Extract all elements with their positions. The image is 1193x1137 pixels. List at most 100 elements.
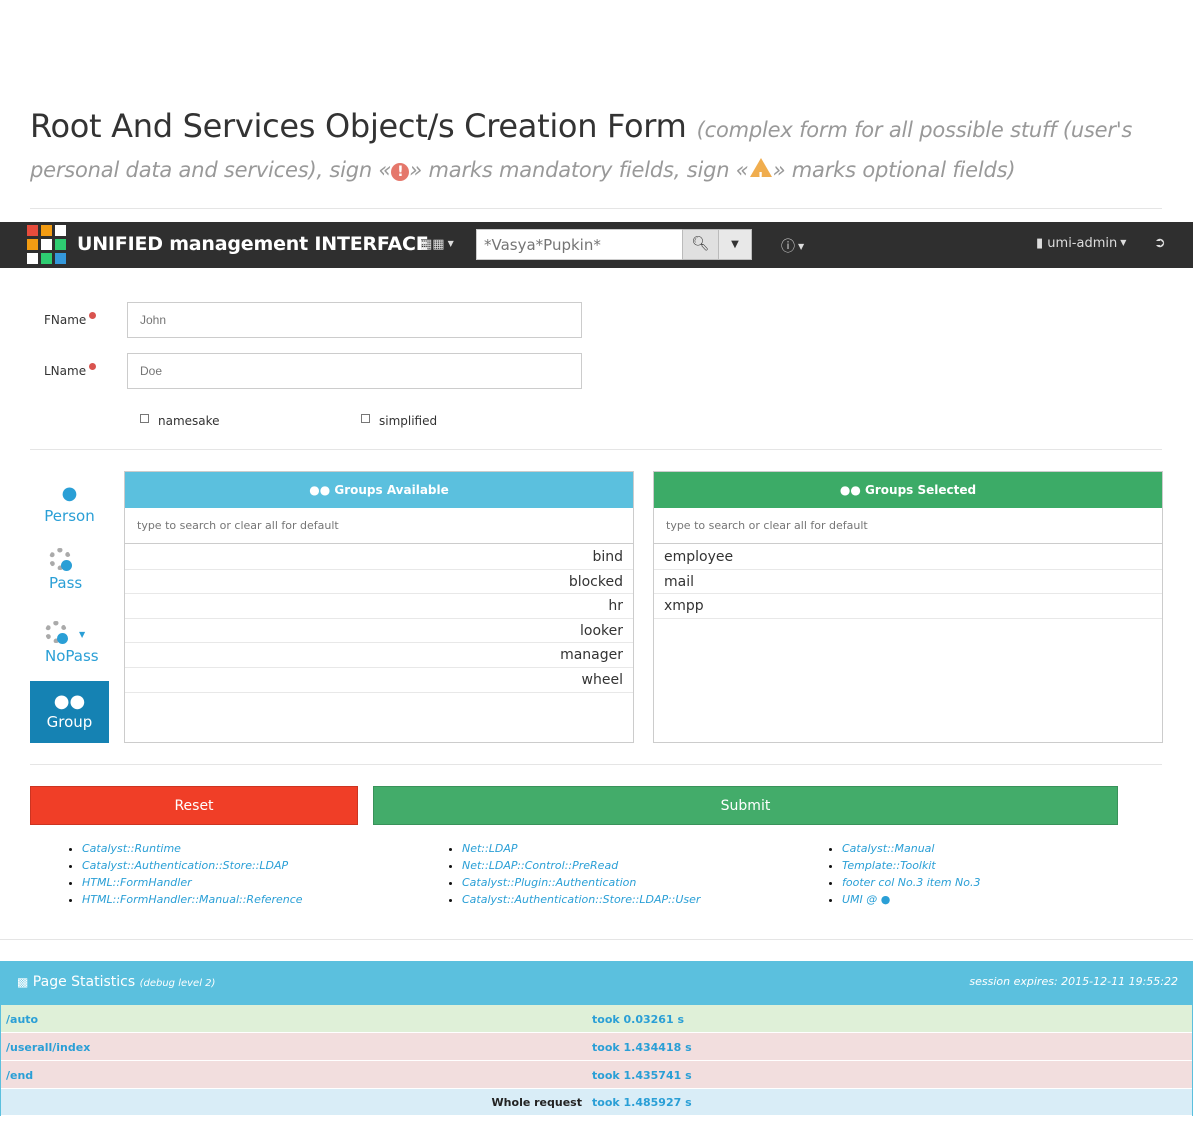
stats-path[interactable]: /end	[6, 1069, 33, 1082]
user-gear-x-icon: ▼	[45, 621, 109, 647]
namesake-label: namesake	[158, 414, 220, 428]
lname-label: LName	[44, 363, 97, 378]
footer-link[interactable]: Catalyst::Authentication::Store::LDAP	[82, 857, 303, 874]
groups-selected-header: ●● Groups Selected	[654, 472, 1162, 508]
session-expiry: session expires: 2015-12-11 19:55:22	[969, 975, 1178, 988]
reset-button[interactable]: Reset	[30, 786, 358, 825]
mandatory-icon	[89, 363, 97, 370]
footer-link[interactable]: Catalyst::Plugin::Authentication	[462, 874, 700, 891]
stats-path[interactable]: /userall/index	[6, 1041, 90, 1054]
sidenav-item-pass[interactable]: Pass	[30, 548, 109, 610]
footer-link[interactable]: HTML::FormHandler	[82, 874, 303, 891]
divider	[0, 939, 1193, 940]
search-icon: 🔍︎	[691, 236, 710, 252]
footer-col-1: Catalyst::Runtime Catalyst::Authenticati…	[30, 840, 303, 908]
user-icon: ●	[61, 483, 78, 504]
logout-button[interactable]: ➲	[1154, 235, 1166, 251]
groups-available-header: ●● Groups Available	[125, 472, 633, 508]
table-row: /auto took 0.03261 s	[1, 1005, 1192, 1033]
submit-button[interactable]: Submit	[373, 786, 1118, 825]
list-item[interactable]: employee	[654, 545, 1162, 570]
chevron-down-icon: ▼	[731, 239, 739, 250]
footer-link[interactable]: Catalyst::Manual	[842, 840, 981, 857]
footer-col-3: Catalyst::Manual Template::Toolkit foote…	[790, 840, 981, 908]
sidenav-label: NoPass	[45, 647, 99, 665]
footer-link-text: UMI @	[842, 893, 878, 906]
table-row: /userall/index took 1.434418 s	[1, 1033, 1192, 1061]
user-gear-icon	[49, 548, 109, 574]
stats-took: took 1.435741 s	[592, 1069, 692, 1082]
sidenav-item-group[interactable]: ●● Group	[30, 681, 109, 743]
groups-available-search-input[interactable]	[125, 508, 633, 544]
footer-col-2: Net::LDAP Net::LDAP::Control::PreRead Ca…	[410, 840, 700, 908]
divider	[30, 764, 1162, 765]
sidenav-label: Person	[44, 507, 95, 525]
footer-link[interactable]: Net::LDAP::Control::PreRead	[462, 857, 700, 874]
groups-available-panel: ●● Groups Available bind blocked hr look…	[124, 471, 634, 743]
groups-available-title: Groups Available	[334, 483, 449, 497]
list-item[interactable]: wheel	[125, 668, 633, 693]
namesake-checkbox[interactable]: namesake	[140, 414, 220, 428]
stats-path[interactable]: /auto	[6, 1013, 38, 1026]
stats-header: ▩ Page Statistics (debug level 2) sessio…	[1, 962, 1192, 1005]
groups-selected-panel: ●● Groups Selected employee mail xmpp	[653, 471, 1163, 743]
chevron-down-icon: ▼	[1120, 238, 1127, 247]
search-button[interactable]: 🔍︎	[682, 229, 719, 260]
list-item[interactable]: looker	[125, 619, 633, 644]
search-options-button[interactable]: ▼	[718, 229, 752, 260]
groups-selected-title: Groups Selected	[865, 483, 977, 497]
whole-request-label: Whole request	[491, 1096, 582, 1109]
stats-took: took 1.434418 s	[592, 1041, 692, 1054]
list-item[interactable]: mail	[654, 570, 1162, 595]
footer-link[interactable]: UMI @ ●	[842, 891, 981, 908]
table-row: /end took 1.435741 s	[1, 1061, 1192, 1089]
sidenav-label: Pass	[49, 574, 83, 592]
footer-link[interactable]: Catalyst::Authentication::Store::LDAP::U…	[462, 891, 700, 908]
page-title-text: Root And Services Object/s Creation Form	[30, 107, 687, 145]
users-icon: ●●	[839, 483, 861, 497]
groups-selected-search-input[interactable]	[654, 508, 1162, 544]
users-icon: ●●	[309, 483, 331, 497]
footer-link[interactable]: Catalyst::Runtime	[82, 840, 303, 857]
page-header: Root And Services Object/s Creation Form…	[30, 108, 1162, 209]
footer-link[interactable]: Template::Toolkit	[842, 857, 981, 874]
info-menu-button[interactable]: ⓘ ▼	[781, 236, 804, 256]
sidenav-item-person[interactable]: ● Person	[30, 483, 109, 541]
stats-debug-level: (debug level 2)	[139, 978, 216, 989]
fname-input[interactable]	[127, 302, 582, 338]
checkbox-icon[interactable]	[361, 414, 370, 423]
footer-link[interactable]: Net::LDAP	[462, 840, 700, 857]
chevron-down-icon: ▼	[447, 239, 454, 248]
search-input[interactable]	[476, 229, 683, 260]
groups-available-list: bind blocked hr looker manager wheel	[125, 544, 633, 693]
fname-label: FName	[44, 312, 97, 327]
stats-title-text: Page Statistics	[32, 974, 136, 990]
subtitle-text-3: » marks optional fields)	[772, 158, 1016, 182]
sidenav-item-nopass[interactable]: ▼ NoPass	[30, 621, 109, 683]
footer-link[interactable]: HTML::FormHandler::Manual::Reference	[82, 891, 303, 908]
stats-took: took 1.485927 s	[592, 1096, 692, 1109]
list-item[interactable]: xmpp	[654, 594, 1162, 619]
lname-label-text: LName	[44, 364, 87, 378]
simplified-checkbox[interactable]: simplified	[361, 414, 437, 428]
footer-link[interactable]: footer col No.3 item No.3	[842, 874, 981, 891]
apps-menu-button[interactable]: ▦▦ ▼	[420, 237, 454, 252]
mandatory-icon: !	[391, 163, 410, 181]
mandatory-icon	[89, 312, 97, 319]
user-name: umi-admin	[1047, 236, 1118, 251]
list-item[interactable]: blocked	[125, 570, 633, 595]
user-menu-button[interactable]: ▮ umi-admin ▼	[1036, 236, 1126, 251]
list-item[interactable]: manager	[125, 643, 633, 668]
fname-label-text: FName	[44, 313, 87, 327]
github-icon: ●	[880, 893, 891, 906]
logout-icon: ➲	[1154, 235, 1166, 251]
logo-icon[interactable]	[27, 225, 67, 265]
lname-input[interactable]	[127, 353, 582, 389]
navbar: UNIFIED management INTERFACE ▦▦▼ 🔍︎ ▼ ⓘ▼…	[0, 222, 1193, 268]
list-item[interactable]: hr	[125, 594, 633, 619]
stats-title: ▩ Page Statistics (debug level 2)	[17, 974, 215, 990]
checkbox-icon[interactable]	[140, 414, 149, 423]
list-item[interactable]: bind	[125, 545, 633, 570]
users-icon: ●●	[53, 691, 86, 712]
brand-title[interactable]: UNIFIED management INTERFACE	[77, 233, 429, 255]
